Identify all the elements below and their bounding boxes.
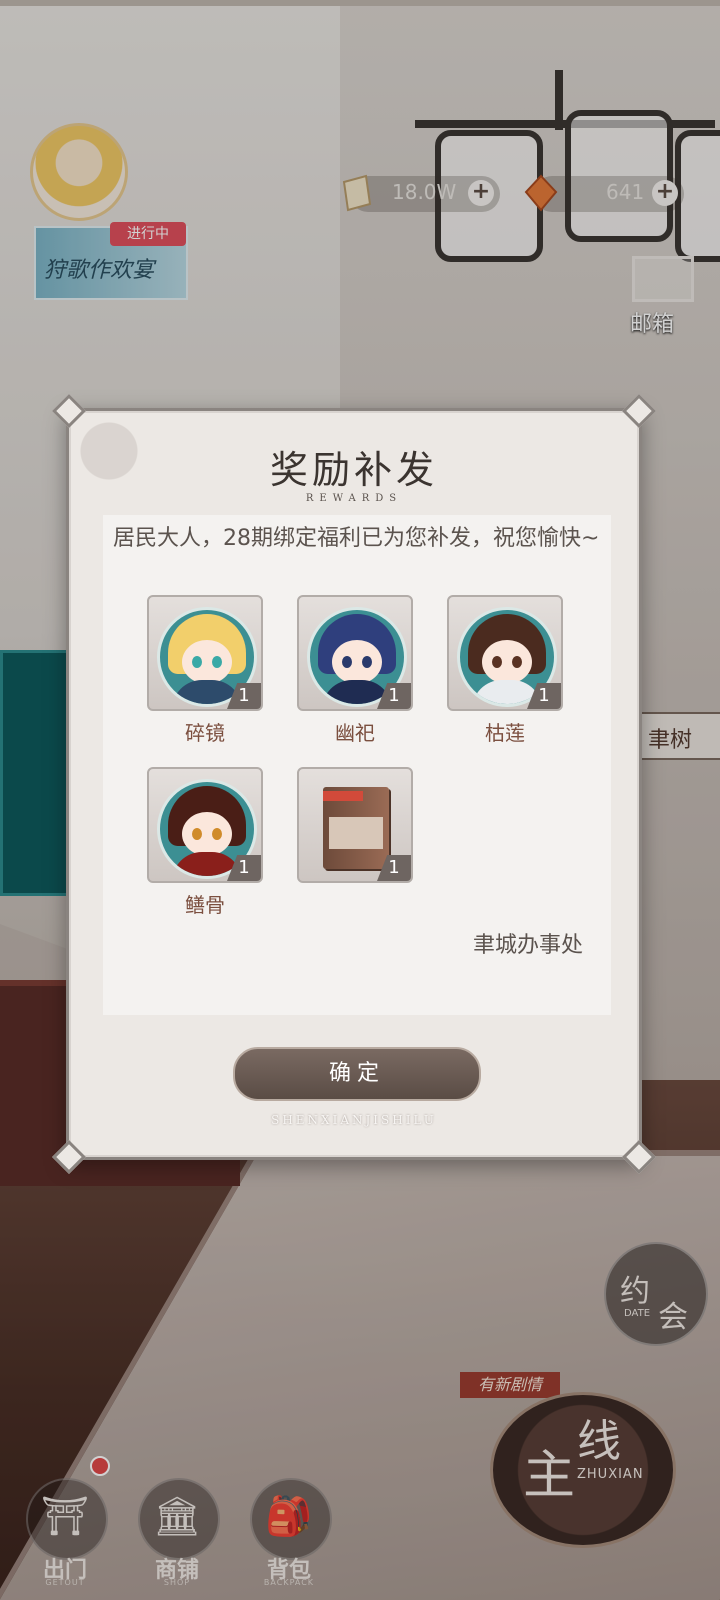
reward-message: 居民大人，28期绑定福利已为您补发，祝您愉快~ <box>113 526 600 551</box>
brand-watermark: SHENXIANJISHILU <box>271 1113 437 1127</box>
dialog-subtitle: REWARDS <box>305 493 403 504</box>
book-icon <box>323 787 389 869</box>
item-name: 鳝骨 <box>185 893 225 917</box>
item-name: 碎镜 <box>185 721 225 745</box>
dialog-content: 居民大人，28期绑定福利已为您补发，祝您愉快~ 1 碎镜 1 幽祀 1 枯莲 1… <box>103 515 611 1015</box>
item-name: 幽祀 <box>335 721 375 745</box>
rewards-dialog: 奖励补发 REWARDS 居民大人，28期绑定福利已为您补发，祝您愉快~ 1 碎… <box>52 394 656 1174</box>
item-name: 枯莲 <box>485 721 525 745</box>
dialog-title: 奖励补发 <box>269 448 438 492</box>
sender-name: 聿城办事处 <box>473 933 584 958</box>
confirm-button[interactable]: 确定 <box>233 1047 481 1101</box>
